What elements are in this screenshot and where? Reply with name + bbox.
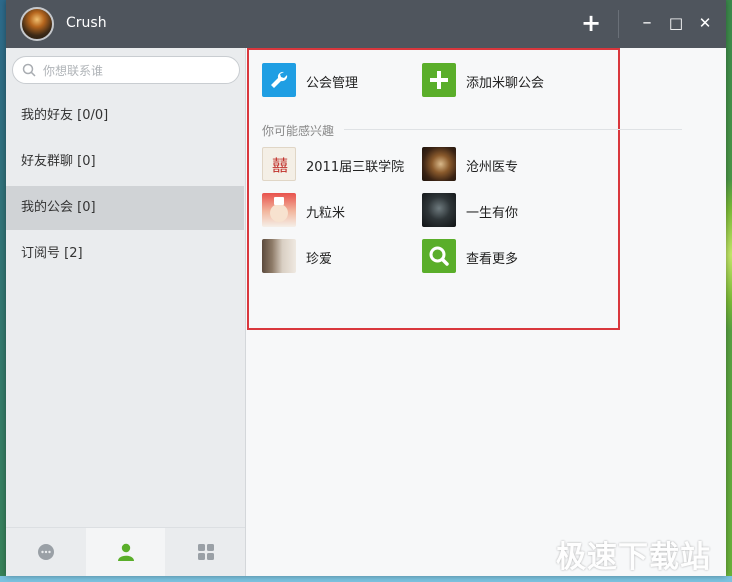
chat-icon bbox=[38, 544, 54, 560]
title-bar: Crush + – □ ✕ bbox=[6, 0, 726, 48]
guild-avatar-icon bbox=[422, 193, 456, 227]
desktop-taskbar-edge bbox=[0, 576, 732, 582]
guild-avatar-icon: 囍 bbox=[262, 147, 296, 181]
guild-avatar-icon bbox=[262, 239, 296, 273]
section-divider bbox=[344, 129, 682, 130]
guild-avatar-icon bbox=[422, 147, 456, 181]
svg-text:囍: 囍 bbox=[272, 156, 288, 175]
sidebar: 你想联系谁 我的好友 [0/0] 好友群聊 [0] 我的公会 [0] 订阅号 [… bbox=[6, 48, 246, 576]
guild-management-label: 公会管理 bbox=[306, 76, 359, 91]
contacts-icon bbox=[118, 543, 134, 561]
suggestion-item[interactable]: 九粒米 bbox=[262, 193, 412, 229]
main-panel: 公会管理 添加米聊公会 你可能感兴趣 囍 2011届三联学院 沧州医专 九粒米 … bbox=[246, 48, 726, 576]
tab-contacts[interactable] bbox=[86, 528, 165, 576]
section-title: 你可能感兴趣 bbox=[262, 124, 335, 138]
suggestion-item[interactable]: 珍爱 bbox=[262, 239, 412, 275]
title-divider bbox=[618, 10, 619, 38]
app-window: Crush + – □ ✕ 你想联系谁 我的好友 [0/0] 好友群聊 [0] … bbox=[6, 0, 726, 576]
suggestion-label: 一生有你 bbox=[466, 206, 519, 221]
guild-management-button[interactable]: 公会管理 bbox=[262, 63, 412, 99]
sidebar-item-label: 我的好友 [0/0] bbox=[21, 108, 109, 123]
see-more-button[interactable]: 查看更多 bbox=[422, 239, 572, 275]
maximize-button[interactable]: □ bbox=[665, 12, 687, 34]
search-icon bbox=[422, 239, 456, 273]
suggestion-label: 九粒米 bbox=[306, 206, 346, 221]
suggestion-item[interactable]: 囍 2011届三联学院 bbox=[262, 147, 412, 183]
suggestion-item[interactable]: 沧州医专 bbox=[422, 147, 572, 183]
minimize-button[interactable]: – bbox=[636, 12, 658, 34]
apps-grid-icon bbox=[198, 544, 214, 560]
sidebar-item-friends[interactable]: 我的好友 [0/0] bbox=[6, 94, 244, 138]
bottom-tab-bar bbox=[6, 527, 245, 576]
watermark-text: 极速下载站 bbox=[556, 540, 711, 575]
wrench-icon bbox=[262, 63, 296, 97]
search-input[interactable]: 你想联系谁 bbox=[12, 56, 240, 84]
tab-apps[interactable] bbox=[166, 528, 245, 576]
suggestion-item[interactable]: 一生有你 bbox=[422, 193, 572, 229]
tab-messages[interactable] bbox=[6, 528, 85, 576]
see-more-label: 查看更多 bbox=[466, 252, 519, 267]
close-button[interactable]: ✕ bbox=[694, 12, 716, 34]
window-title: Crush bbox=[66, 15, 107, 31]
user-avatar[interactable] bbox=[20, 7, 54, 41]
suggestion-label: 珍爱 bbox=[306, 252, 333, 267]
add-guild-label: 添加米聊公会 bbox=[466, 76, 545, 91]
sidebar-item-label: 好友群聊 [0] bbox=[21, 154, 96, 169]
sidebar-item-label: 我的公会 [0] bbox=[21, 200, 96, 215]
search-icon bbox=[22, 63, 36, 77]
sidebar-item-group-chats[interactable]: 好友群聊 [0] bbox=[6, 140, 244, 184]
add-guild-button[interactable]: 添加米聊公会 bbox=[422, 63, 572, 99]
guild-avatar-icon bbox=[262, 193, 296, 227]
suggestion-label: 沧州医专 bbox=[466, 160, 519, 175]
plus-icon bbox=[422, 63, 456, 97]
add-button[interactable]: + bbox=[580, 11, 602, 35]
sidebar-item-subscriptions[interactable]: 订阅号 [2] bbox=[6, 232, 244, 276]
sidebar-item-my-guilds[interactable]: 我的公会 [0] bbox=[6, 186, 244, 230]
sidebar-item-label: 订阅号 [2] bbox=[21, 246, 83, 261]
suggestion-label: 2011届三联学院 bbox=[306, 160, 405, 175]
search-placeholder: 你想联系谁 bbox=[43, 64, 104, 78]
